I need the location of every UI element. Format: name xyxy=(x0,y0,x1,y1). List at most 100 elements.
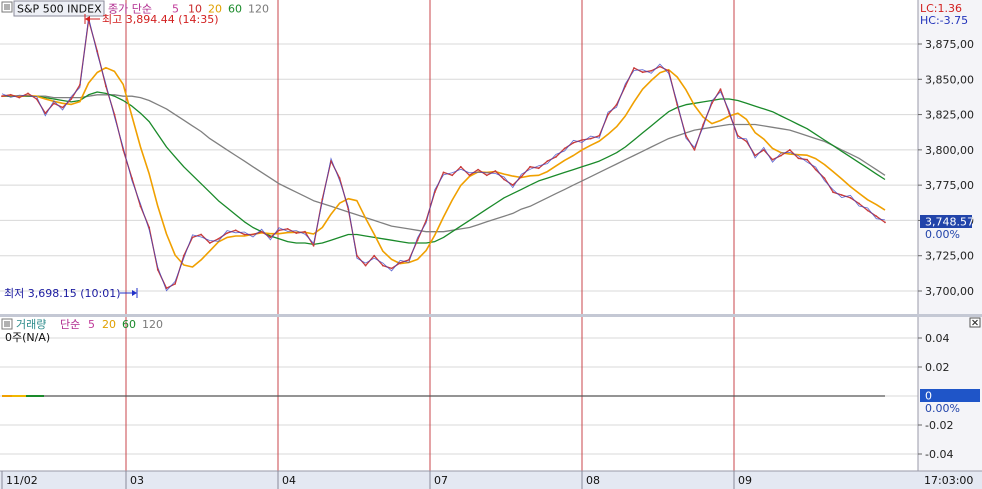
volume-tick-label: -0.02 xyxy=(925,419,953,432)
price-point xyxy=(858,202,860,205)
price-point xyxy=(598,134,601,137)
price-point xyxy=(364,264,367,267)
price-point xyxy=(356,254,358,257)
price-point xyxy=(131,177,133,180)
price-point xyxy=(589,137,592,140)
price-point xyxy=(399,261,402,264)
x-tick-label: 07 xyxy=(434,474,448,487)
price-point xyxy=(762,149,765,151)
price-point xyxy=(823,177,826,180)
price-point xyxy=(529,165,531,168)
price-point xyxy=(477,168,479,171)
low-annotation: 최저 3,698.15 (10:01) xyxy=(4,287,121,300)
volume-indicator-label[interactable]: 단순 xyxy=(60,318,80,331)
price-point xyxy=(555,156,557,158)
ma-period-60[interactable]: 60 xyxy=(228,3,242,16)
panel-divider[interactable] xyxy=(0,314,982,317)
price-point xyxy=(451,174,454,177)
price-point xyxy=(79,84,81,86)
price-point xyxy=(312,244,315,247)
price-point xyxy=(105,85,107,88)
price-point xyxy=(252,233,254,236)
x-tick-label: 09 xyxy=(738,474,752,487)
price-point xyxy=(840,194,843,196)
price-point xyxy=(304,230,306,233)
price-point xyxy=(468,174,471,177)
stock-chart[interactable]: 3,700,003,725,003,750,003,775,003,800,00… xyxy=(0,0,982,489)
x-tick-label: 08 xyxy=(586,474,600,487)
price-point xyxy=(676,103,679,106)
price-point xyxy=(243,233,246,236)
price-point xyxy=(563,147,566,150)
x-tick-label: 04 xyxy=(282,474,296,487)
volume-ma-5[interactable]: 5 xyxy=(88,318,95,331)
volume-ma-120[interactable]: 120 xyxy=(142,318,163,331)
price-point xyxy=(719,88,722,91)
price-point xyxy=(736,134,739,137)
volume-ma-60[interactable]: 60 xyxy=(122,318,136,331)
price-point xyxy=(44,112,47,115)
volume-zero-pct: 0.00% xyxy=(925,402,960,415)
x-tick-label: 03 xyxy=(130,474,144,487)
price-point xyxy=(156,268,159,271)
symbol-button-label: S&P 500 INDEX xyxy=(17,3,102,16)
price-point xyxy=(61,106,64,109)
price-point xyxy=(286,228,289,230)
price-point xyxy=(234,229,237,232)
x-tick-label: 11/02 xyxy=(6,474,38,487)
price-point xyxy=(814,168,817,171)
price-point xyxy=(797,157,800,160)
price-point xyxy=(641,71,644,74)
price-point xyxy=(884,221,886,224)
y-tick-label: 3,825,00 xyxy=(925,109,974,122)
price-point xyxy=(511,184,514,187)
y-tick-label: 3,725,00 xyxy=(925,250,974,263)
price-point xyxy=(485,174,488,177)
price-point xyxy=(182,254,185,257)
y-tick-label: 3,700,00 xyxy=(925,285,974,298)
volume-tick-label: 0.04 xyxy=(925,332,950,345)
price-point xyxy=(1,95,3,98)
volume-zero-label: 0 xyxy=(925,390,932,403)
volume-title[interactable]: 거래량 xyxy=(16,318,46,331)
price-point xyxy=(226,232,229,235)
y-tick-label: 3,800,00 xyxy=(925,144,974,157)
price-point xyxy=(27,92,29,95)
price-point xyxy=(866,209,869,212)
price-point xyxy=(667,69,670,72)
price-point xyxy=(650,69,653,72)
price-point xyxy=(771,158,774,161)
hc-label: HC:-3.75 xyxy=(920,14,968,27)
price-point xyxy=(693,149,696,151)
price-point xyxy=(330,160,332,163)
price-point xyxy=(200,233,203,236)
volume-tick-label: -0.04 xyxy=(925,448,953,461)
price-point xyxy=(35,98,38,100)
price-point xyxy=(278,229,280,232)
price-point xyxy=(581,139,583,141)
price-point xyxy=(113,113,116,116)
price-point xyxy=(537,167,540,170)
price-point xyxy=(875,215,878,218)
price-point xyxy=(96,50,99,52)
price-point xyxy=(702,123,705,126)
price-point xyxy=(425,219,428,222)
price-point xyxy=(347,208,350,211)
checkbox-mark-icon xyxy=(4,321,10,327)
ma-period-120[interactable]: 120 xyxy=(248,3,269,16)
price-point xyxy=(806,158,808,161)
checkbox-mark-icon xyxy=(4,4,10,10)
price-point xyxy=(572,141,575,144)
price-point xyxy=(122,149,125,151)
price-point xyxy=(754,154,756,157)
price-point xyxy=(615,103,618,106)
price-point xyxy=(416,239,419,242)
price-point xyxy=(494,170,497,172)
price-point xyxy=(433,191,436,194)
price-point xyxy=(745,140,748,143)
price-point xyxy=(711,102,713,105)
last-change-label: 0.00% xyxy=(925,228,960,241)
price-point xyxy=(390,267,393,270)
volume-ma-20[interactable]: 20 xyxy=(102,318,116,331)
price-point xyxy=(633,67,635,69)
